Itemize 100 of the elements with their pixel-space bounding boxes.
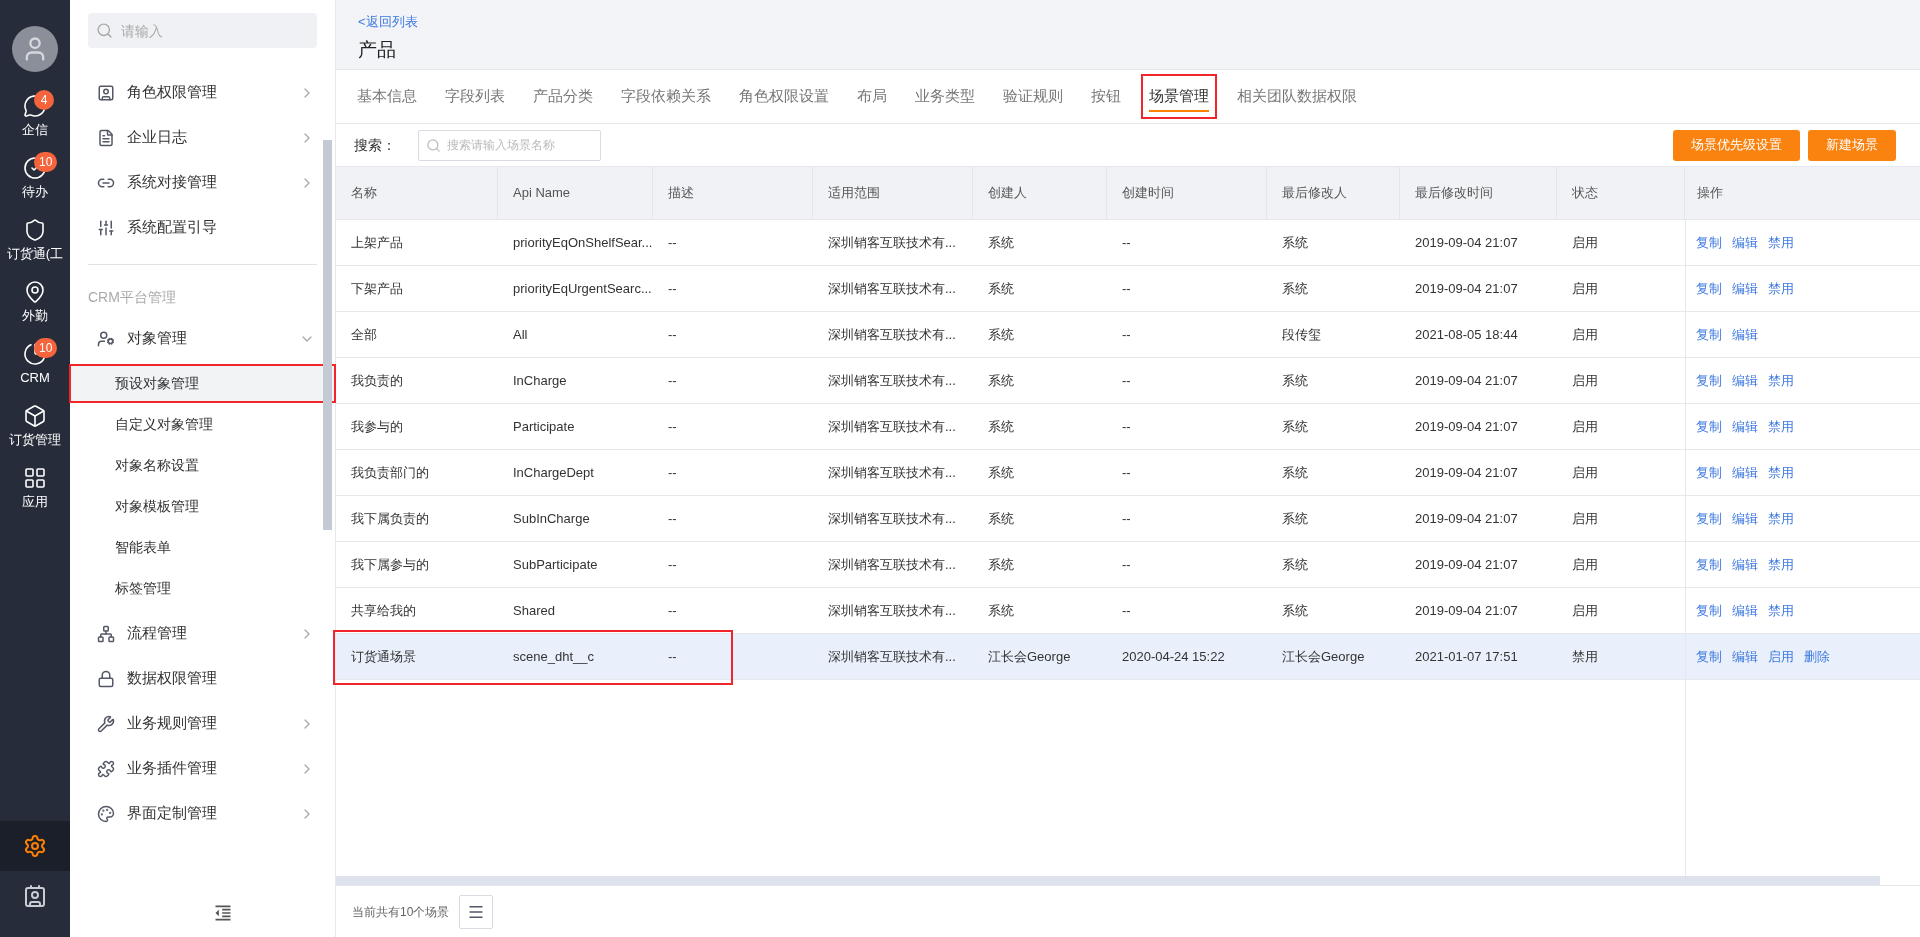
nav-item[interactable]: 系统配置引导 (70, 205, 335, 250)
wrench-icon (97, 714, 115, 733)
search-field[interactable]: 请输入 (88, 13, 317, 48)
density-button[interactable] (459, 894, 494, 929)
nav-item[interactable]: 角色权限管理 (70, 70, 335, 115)
action-link[interactable]: 复制 (1696, 278, 1722, 299)
action-link[interactable]: 禁用 (1768, 232, 1794, 253)
tab[interactable]: 字段依赖关系 (609, 70, 723, 123)
table-cell-text: 深圳销客互联技术有... (827, 463, 957, 482)
tab[interactable]: 业务类型 (903, 70, 987, 123)
primary-button[interactable]: 新建场景 (1808, 129, 1896, 161)
tab[interactable]: 角色权限设置 (727, 70, 841, 123)
tab[interactable]: 验证规则 (991, 70, 1075, 123)
network-icon (97, 624, 115, 643)
nav-subitem[interactable]: 标签管理 (70, 570, 335, 607)
nav-subitem[interactable]: 预设对象管理 (70, 365, 335, 402)
action-link[interactable]: 复制 (1696, 232, 1722, 253)
table-cell-text: -- (1121, 371, 1132, 390)
tab[interactable]: 相关团队数据权限 (1225, 70, 1369, 123)
back-link[interactable]: <返回列表 (358, 12, 418, 32)
nav-item[interactable]: 界面定制管理 (70, 791, 335, 836)
action-link[interactable]: 编辑 (1732, 554, 1758, 575)
tab[interactable]: 产品分类 (521, 70, 605, 123)
table-cell-text: -- (667, 463, 678, 482)
action-link[interactable]: 编辑 (1732, 324, 1758, 345)
nav-subitem[interactable]: 智能表单 (70, 529, 335, 566)
action-link[interactable]: 编辑 (1732, 508, 1758, 529)
settings-rail-button[interactable] (0, 821, 70, 871)
table-cell-text: -- (1121, 463, 1132, 482)
tab[interactable]: 字段列表 (433, 70, 517, 123)
action-link[interactable]: 禁用 (1768, 416, 1794, 437)
nav-item[interactable]: 对象管理 (70, 316, 335, 361)
table-cell-text: 2021-01-07 17:51 (1414, 647, 1519, 666)
action-link[interactable]: 复制 (1696, 462, 1722, 483)
action-link[interactable]: 启用 (1768, 646, 1794, 667)
table-cell-text: -- (1121, 555, 1132, 574)
table-cell-text: scene_dht__c (512, 647, 595, 666)
table-cell-text: 段传玺 (1281, 325, 1322, 344)
tab[interactable]: 布局 (845, 70, 899, 123)
action-link[interactable]: 禁用 (1768, 278, 1794, 299)
table-cell-text: 系统 (1281, 233, 1309, 252)
horizontal-scrollbar[interactable] (336, 876, 1880, 885)
rail-item[interactable]: 订货管理 (0, 396, 70, 458)
action-link[interactable]: 禁用 (1768, 554, 1794, 575)
action-link[interactable]: 编辑 (1732, 416, 1758, 437)
table-row[interactable]: 我下属负责的 SubInCharge -- 深圳销客互联技术有... 系统 -- 系统 2019-09-04 21:07 启用 复制 编辑 禁用 (336, 496, 1920, 542)
nav-item[interactable]: 业务插件管理 (70, 746, 335, 791)
nav-item[interactable]: 流程管理 (70, 611, 335, 656)
table-cell-text: 系统 (1281, 509, 1309, 528)
table-row[interactable]: 我参与的 Participate -- 深圳销客互联技术有... 系统 -- 系统 2019-09-04 21:07 启用 复制 编辑 禁用 (336, 404, 1920, 450)
nav-item[interactable]: 数据权限管理 (70, 656, 335, 701)
nav-subitem[interactable]: 对象名称设置 (70, 447, 335, 484)
action-link[interactable]: 复制 (1696, 554, 1722, 575)
table-row[interactable]: 全部 All -- 深圳销客互联技术有... 系统 -- 段传玺 2021-08-05 18:44 启用 复制 编辑 (336, 312, 1920, 358)
table-cell-text: -- (667, 417, 678, 436)
table-row[interactable]: 我下属参与的 SubParticipate -- 深圳销客互联技术有... 系统 -- 系统 2019-09-04 21:07 启用 复制 编辑 禁用 (336, 542, 1920, 588)
nav-item[interactable]: 企业日志 (70, 115, 335, 160)
page-title: 产品 (358, 37, 396, 62)
action-link[interactable]: 编辑 (1732, 278, 1758, 299)
rail-item[interactable]: 订货通(工 (0, 210, 70, 272)
action-link[interactable]: 复制 (1696, 508, 1722, 529)
tab[interactable]: 基本信息 (345, 70, 429, 123)
scene-search-field[interactable]: 搜索请输入场景名称 (418, 129, 601, 161)
action-link[interactable]: 禁用 (1768, 600, 1794, 621)
table-cell-text: 2021-08-05 18:44 (1414, 325, 1519, 344)
tab[interactable]: 场景管理 (1137, 70, 1221, 123)
table-cell-text: 2019-09-04 21:07 (1414, 233, 1519, 252)
table-row[interactable]: 上架产品 priorityEqOnShelfSear... -- 深圳销客互联技术有... 系统 -- 系统 2019-09-04 21:07 启用 复制 编辑 禁用 (336, 220, 1920, 266)
table-cell-text: 系统 (987, 371, 1015, 390)
rail-item[interactable]: 应用 (0, 458, 70, 520)
table-row[interactable]: 共享给我的 Shared -- 深圳销客互联技术有... 系统 -- 系统 2019-09-04 21:07 启用 复制 编辑 禁用 (336, 588, 1920, 634)
action-link[interactable]: 复制 (1696, 646, 1722, 667)
rail-item[interactable]: 企信 4 (0, 86, 70, 148)
tab[interactable]: 按钮 (1079, 70, 1133, 123)
action-link[interactable]: 复制 (1696, 324, 1722, 345)
action-link[interactable]: 禁用 (1768, 370, 1794, 391)
action-link[interactable]: 禁用 (1768, 508, 1794, 529)
scrollbar[interactable] (323, 140, 332, 530)
action-link[interactable]: 禁用 (1768, 462, 1794, 483)
action-link[interactable]: 删除 (1804, 646, 1830, 667)
action-link[interactable]: 编辑 (1732, 462, 1758, 483)
primary-button[interactable]: 场景优先级设置 (1673, 129, 1800, 161)
action-link[interactable]: 编辑 (1732, 600, 1758, 621)
rail-item[interactable]: 外勤 (0, 272, 70, 334)
action-link[interactable]: 复制 (1696, 416, 1722, 437)
nav-subitem[interactable]: 自定义对象管理 (70, 406, 335, 443)
nav-item[interactable]: 业务规则管理 (70, 701, 335, 746)
table-row[interactable]: 我负责的 InCharge -- 深圳销客互联技术有... 系统 -- 系统 2019-09-04 21:07 启用 复制 编辑 禁用 (336, 358, 1920, 404)
rail-item[interactable]: CRM 10 (0, 334, 70, 396)
action-link[interactable]: 编辑 (1732, 232, 1758, 253)
action-link[interactable]: 编辑 (1732, 646, 1758, 667)
action-link[interactable]: 编辑 (1732, 370, 1758, 391)
nav-subitem[interactable]: 对象模板管理 (70, 488, 335, 525)
nav-item[interactable]: 系统对接管理 (70, 160, 335, 205)
avatar[interactable] (12, 26, 58, 72)
action-link[interactable]: 复制 (1696, 600, 1722, 621)
table-row[interactable]: 我负责部门的 InChargeDept -- 深圳销客互联技术有... 系统 -- 系统 2019-09-04 21:07 启用 复制 编辑 禁用 (336, 450, 1920, 496)
action-link[interactable]: 复制 (1696, 370, 1722, 391)
table-row[interactable]: 下架产品 priorityEqUrgentSearc... -- 深圳销客互联技术有... 系统 -- 系统 2019-09-04 21:07 启用 复制 编辑 禁用 (336, 266, 1920, 312)
rail-item[interactable]: 待办 10 (0, 148, 70, 210)
